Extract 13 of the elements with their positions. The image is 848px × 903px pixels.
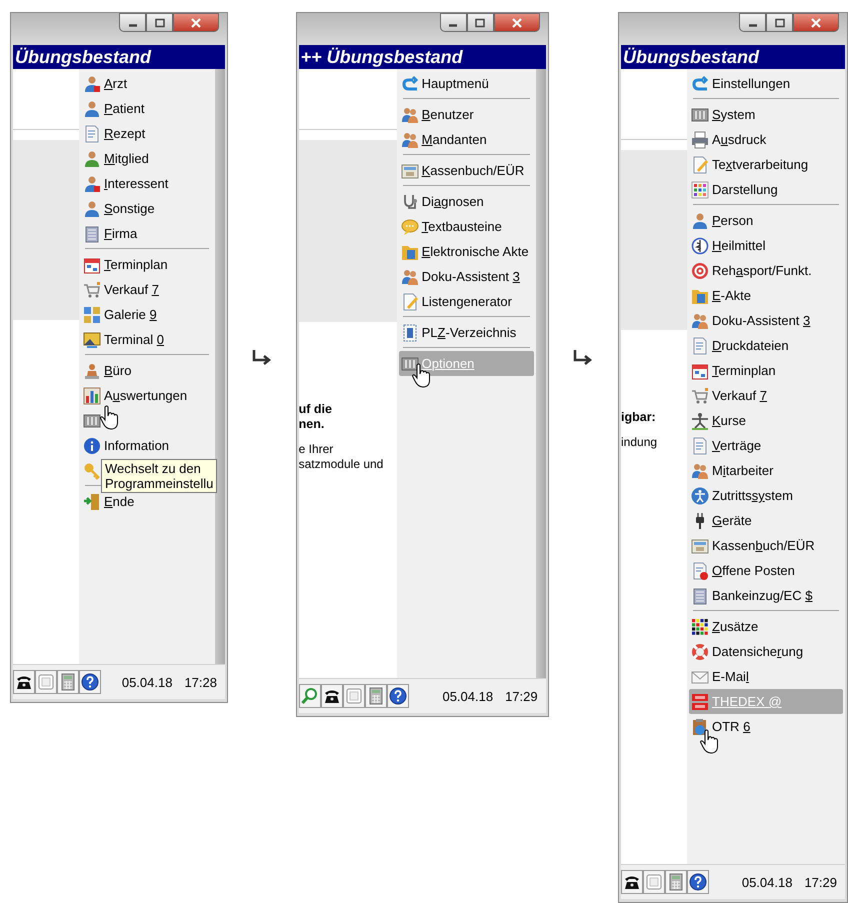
- status-date: 05.04.18: [442, 688, 494, 704]
- status-time: 17:28: [184, 674, 217, 690]
- window-title: ++ Übungsbestand: [298, 45, 546, 69]
- body-text: e Ihrer satzmodule und: [298, 442, 384, 472]
- body-text: uf die nen.: [298, 402, 333, 432]
- body-text: indung: [621, 435, 658, 450]
- status-date: 05.04.18: [742, 874, 792, 890]
- status-date: 05.04.18: [122, 674, 172, 690]
- status-time: 17:29: [804, 874, 837, 890]
- window-title: Übungsbestand: [621, 45, 845, 69]
- body-text: igbar:: [621, 410, 657, 425]
- status-time: 17:29: [505, 688, 538, 704]
- window-title: Übungsbestand: [13, 45, 225, 69]
